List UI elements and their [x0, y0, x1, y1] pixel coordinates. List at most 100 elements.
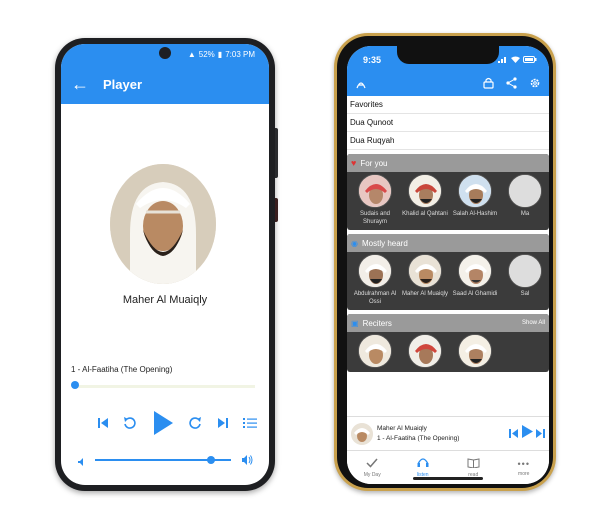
- avatar: [408, 174, 442, 208]
- battery-percent: 52%: [198, 49, 215, 59]
- avatar: [358, 174, 392, 208]
- avatar: [458, 334, 492, 368]
- section-reciters: ▣ Reciters Show All: [347, 314, 549, 372]
- tab-my-day[interactable]: My Day: [347, 451, 398, 484]
- reciter-card[interactable]: [351, 334, 399, 368]
- section-header: ◉ Mostly heard: [347, 234, 549, 252]
- forward-icon[interactable]: [188, 416, 202, 435]
- signal-icon: [498, 55, 508, 65]
- tab-more[interactable]: ••• more: [499, 451, 550, 484]
- playlist-icon[interactable]: [242, 416, 257, 434]
- reciter-row: Abdulrahman Al Ossi Maher Al Muaiqly Saa…: [347, 252, 549, 306]
- avatar: [458, 254, 492, 288]
- home-indicator: [413, 477, 483, 480]
- play-button[interactable]: [152, 410, 174, 441]
- skip-previous-icon[interactable]: [97, 416, 109, 434]
- skip-next-icon[interactable]: [217, 416, 229, 434]
- notch: [397, 46, 499, 64]
- share-icon[interactable]: [506, 76, 517, 94]
- reciter-portrait: [110, 164, 216, 284]
- status-bar: 9:35: [347, 46, 549, 74]
- avatar: [508, 174, 542, 208]
- check-icon: [366, 458, 378, 470]
- volume-button: [275, 198, 278, 222]
- app-bar: ← Player: [61, 64, 269, 104]
- stage: ▲ 52% ▮ 7:03 PM ← Player Maher Al Muaiql…: [0, 0, 614, 524]
- power-button: [275, 128, 278, 178]
- reciter-name: Saad Al Ghamidi: [452, 291, 498, 297]
- mini-player-track: 1 - Al-Faatiha (The Opening): [377, 434, 460, 442]
- book-icon: [467, 457, 480, 470]
- reciter-card[interactable]: [451, 334, 499, 368]
- mini-player-reciter: Maher Al Muaiqly: [377, 425, 427, 433]
- lock-icon[interactable]: [483, 76, 494, 94]
- skip-next-icon[interactable]: [536, 425, 545, 443]
- list-item-dua-qunoot[interactable]: Dua Qunoot: [347, 114, 549, 132]
- reciter-card[interactable]: Saad Al Ghamidi: [451, 254, 499, 306]
- reciter-card[interactable]: Ma: [501, 174, 549, 226]
- avatar: [408, 334, 442, 368]
- volume-thumb[interactable]: [206, 456, 215, 464]
- section-title: Mostly heard: [361, 238, 408, 248]
- app-logo-icon[interactable]: [355, 76, 367, 94]
- mini-player-avatar: [351, 422, 373, 445]
- iphone: 9:35 Favorites Dua Qunoot Dua Ruqyah ♥ F…: [334, 33, 556, 491]
- reciter-name: Maher Al Muaiqly: [401, 291, 449, 297]
- gear-icon[interactable]: [529, 76, 541, 94]
- avatar: [358, 334, 392, 368]
- tab-label: more: [518, 470, 530, 477]
- avatar: [408, 254, 442, 288]
- reciter-card[interactable]: Khalid al Qahtani: [401, 174, 449, 226]
- reciter-row: [347, 332, 549, 368]
- status-time: 7:03 PM: [225, 49, 255, 59]
- android-phone: ▲ 52% ▮ 7:03 PM ← Player Maher Al Muaiql…: [55, 38, 278, 491]
- mini-player[interactable]: Maher Al Muaiqly 1 - Al-Faatiha (The Ope…: [347, 416, 549, 450]
- avatar: [358, 254, 392, 288]
- progress-thumb[interactable]: [71, 381, 79, 389]
- headphones-icon: [417, 457, 429, 470]
- volume-slider[interactable]: [77, 452, 255, 468]
- more-dots-icon: •••: [517, 458, 530, 469]
- status-time: 9:35: [363, 55, 382, 65]
- reciter-name: Ma: [520, 211, 530, 217]
- reciter-name: Sal: [520, 291, 530, 297]
- section-header: ♥ For you: [347, 154, 549, 172]
- play-icon[interactable]: [521, 424, 533, 443]
- reciter-card[interactable]: Maher Al Muaiqly: [401, 254, 449, 306]
- show-all-link[interactable]: Show All: [522, 320, 545, 326]
- arrow-left-icon[interactable]: ←: [71, 75, 89, 93]
- page-title: Player: [103, 76, 143, 92]
- section-header: ▣ Reciters Show All: [347, 314, 549, 332]
- android-screen: ▲ 52% ▮ 7:03 PM ← Player Maher Al Muaiql…: [61, 44, 269, 485]
- reciter-name: Sudais and Shuraym: [359, 211, 391, 225]
- reciter-card[interactable]: Salah Al-Hashim: [451, 174, 499, 226]
- reciter-card[interactable]: Abdulrahman Al Ossi: [351, 254, 399, 306]
- app-bar: [347, 74, 549, 96]
- menu-list: Favorites Dua Qunoot Dua Ruqyah: [347, 96, 549, 150]
- people-icon: ▣: [351, 318, 359, 328]
- reciter-card[interactable]: [401, 334, 449, 368]
- reciter-card[interactable]: Sal: [501, 254, 549, 306]
- signal-icon: ▲: [187, 49, 196, 59]
- front-camera: [159, 47, 171, 59]
- section-mostly-heard: ◉ Mostly heard Abdulrahman Al Ossi Maher…: [347, 234, 549, 310]
- battery-icon: ▮: [217, 49, 223, 59]
- headphones-icon: ◉: [351, 238, 358, 248]
- player-controls: [97, 408, 257, 442]
- rewind-icon[interactable]: [123, 416, 137, 435]
- reciter-card[interactable]: Sudais and Shuraym: [351, 174, 399, 226]
- progress-track[interactable]: [73, 385, 255, 388]
- section-title: For you: [360, 158, 388, 168]
- section-for-you: ♥ For you Sudais and Shuraym Khalid al Q…: [347, 154, 549, 230]
- skip-previous-icon[interactable]: [509, 425, 518, 443]
- reciter-name: Salah Al-Hashim: [452, 211, 498, 217]
- volume-low-icon: [77, 454, 87, 472]
- heart-icon: ♥: [351, 158, 357, 168]
- wifi-icon: [511, 55, 520, 65]
- list-item-favorites[interactable]: Favorites: [347, 96, 549, 114]
- iphone-screen: 9:35 Favorites Dua Qunoot Dua Ruqyah ♥ F…: [347, 46, 549, 484]
- tab-label: My Day: [363, 471, 381, 478]
- list-item-dua-ruqyah[interactable]: Dua Ruqyah: [347, 132, 549, 150]
- battery-icon: [523, 55, 537, 65]
- iphone-bezel: 9:35 Favorites Dua Qunoot Dua Ruqyah ♥ F…: [337, 36, 553, 488]
